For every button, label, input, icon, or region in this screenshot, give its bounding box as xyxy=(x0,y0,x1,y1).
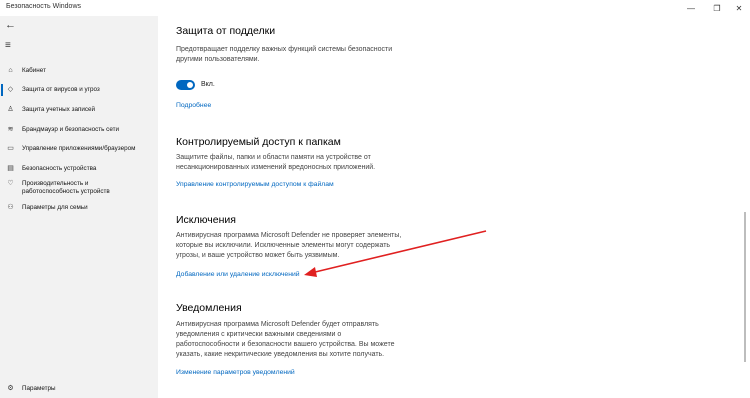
annotation-arrow xyxy=(304,230,487,277)
arrow-head xyxy=(304,267,317,277)
arrow-shaft xyxy=(310,230,487,274)
